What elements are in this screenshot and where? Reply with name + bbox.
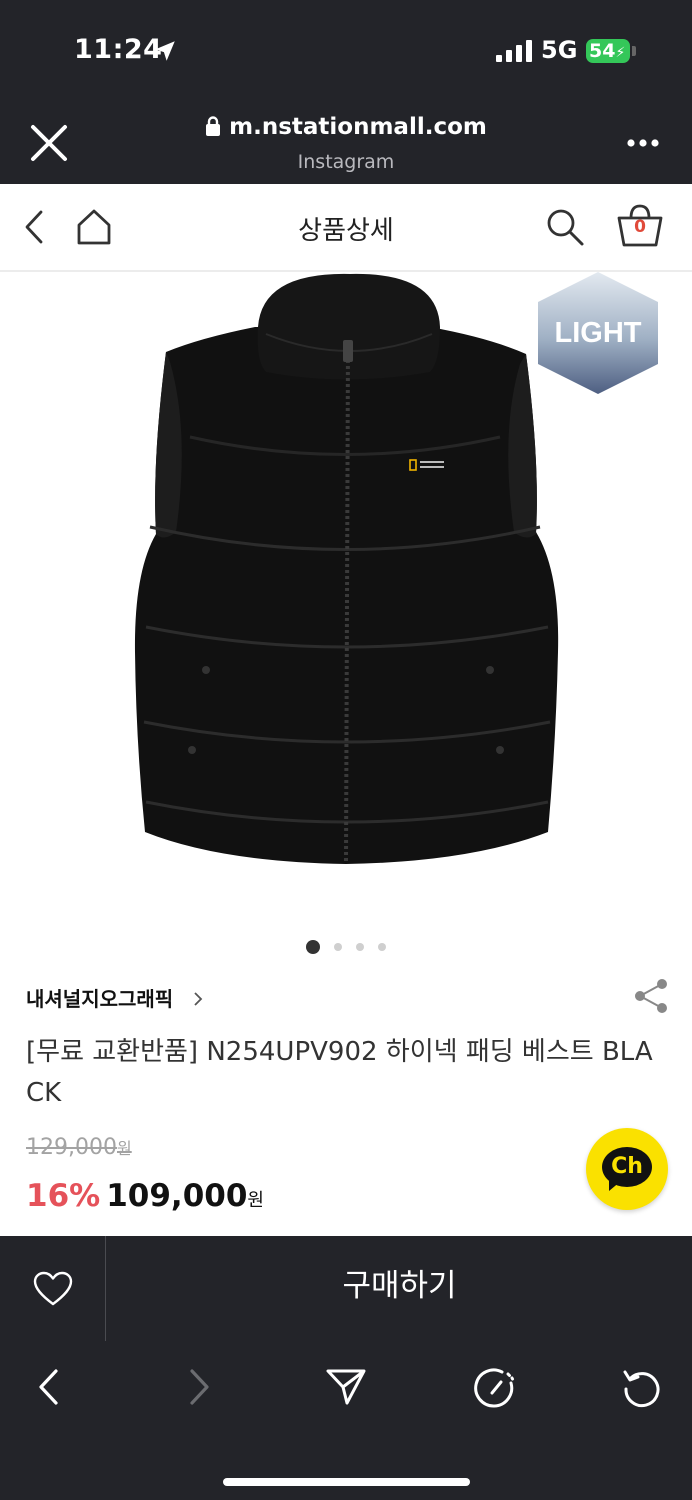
reload-icon[interactable] (621, 1367, 663, 1409)
status-time: 11:24 (74, 34, 163, 65)
discount-rate: 16% (26, 1178, 101, 1214)
purchase-bar: 구매하기 (0, 1236, 692, 1341)
send-icon[interactable] (325, 1367, 367, 1407)
brand-link[interactable]: 내셔널지오그래픽 (26, 983, 204, 1012)
share-icon[interactable] (632, 976, 670, 1016)
sale-price-unit: 원 (247, 1190, 264, 1211)
sale-price-row: 16% 109,000원 (26, 1178, 264, 1214)
chat-icon: Ch (602, 1147, 652, 1187)
chevron-right-icon (194, 992, 203, 1006)
browser-toolbar (0, 1341, 692, 1500)
home-indicator (223, 1478, 470, 1486)
speed-gauge-icon[interactable] (472, 1367, 516, 1409)
status-bar: 11:24 5G 54⚡ (0, 0, 692, 100)
forward-arrow-icon[interactable] (184, 1367, 214, 1407)
original-price: 129,000원 (26, 1135, 132, 1160)
search-icon[interactable] (545, 207, 585, 247)
lock-icon (206, 116, 221, 136)
battery-level: 54 (589, 40, 616, 62)
battery-tip (632, 46, 636, 56)
back-arrow-icon[interactable] (34, 1367, 64, 1407)
url-text: m.nstationmall.com (229, 114, 487, 140)
image-pager (0, 940, 692, 954)
page-title: 상품상세 (298, 216, 394, 246)
browser-source-label: Instagram (297, 151, 395, 173)
app-header: 상품상세 (0, 184, 692, 272)
light-badge-text: LIGHT (555, 317, 642, 349)
brand-name: 내셔널지오그래픽 (26, 987, 174, 1011)
kakao-chat-button[interactable]: Ch (586, 1128, 668, 1210)
product-name: [무료 교환반품] N254UPV902 하이넥 패딩 베스트 BLACK (26, 1037, 653, 1108)
cellular-signal-icon (496, 40, 532, 62)
pager-dot[interactable] (334, 943, 342, 951)
original-price-value: 129,000 (26, 1135, 117, 1160)
network-type: 5G (541, 36, 578, 64)
pager-dot[interactable] (356, 943, 364, 951)
buy-button[interactable]: 구매하기 (107, 1236, 692, 1341)
wishlist-button[interactable] (0, 1236, 106, 1341)
cart-count-badge: 0 (634, 217, 646, 237)
location-arrow-icon (155, 41, 175, 61)
pager-dot[interactable] (378, 943, 386, 951)
original-price-unit: 원 (116, 1139, 132, 1158)
more-dots-icon[interactable] (626, 138, 660, 148)
sale-price: 109,000 (106, 1178, 248, 1214)
heart-icon (33, 1271, 73, 1306)
in-app-browser-bar: m.nstationmall.com Instagram (0, 100, 692, 184)
light-badge: LIGHT (538, 272, 658, 394)
pager-dot-active[interactable] (306, 940, 320, 954)
charging-bolt-icon: ⚡ (615, 45, 626, 61)
url-display[interactable]: m.nstationmall.com (0, 114, 692, 140)
battery-indicator: 54⚡ (586, 39, 630, 63)
